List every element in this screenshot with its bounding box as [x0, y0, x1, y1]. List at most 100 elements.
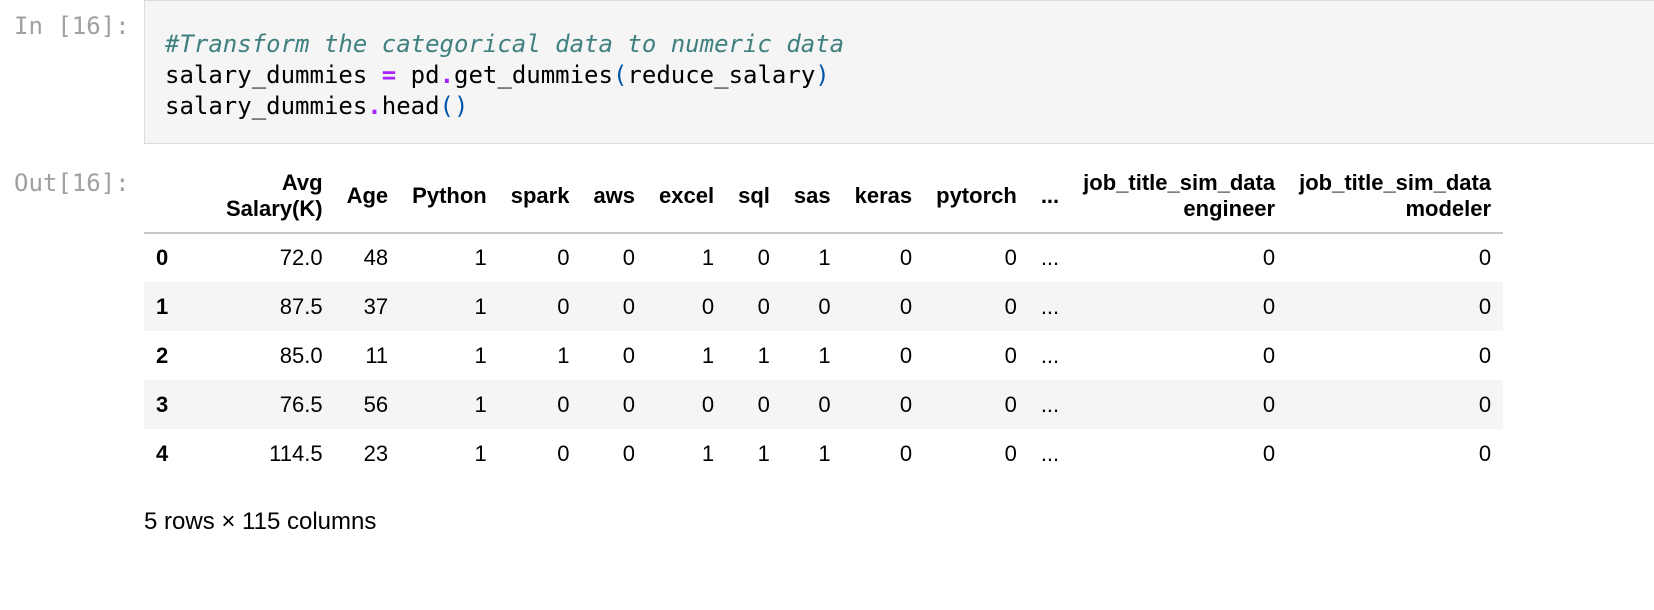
- table-cell: 0: [757, 391, 770, 417]
- table-cell: 0: [899, 293, 913, 319]
- table-cell: 0: [899, 342, 913, 368]
- table-row: 3 76.5 56 1 0 0 0 0 0 0 0 ... 0 0: [144, 380, 1504, 429]
- table-cell: 0: [622, 342, 636, 368]
- table-cell: 0: [1478, 391, 1492, 417]
- table-cell: 0: [818, 391, 831, 417]
- table-row: 0 72.0 48 1 0 0 1 0 1 0 0 ... 0 0: [144, 233, 1503, 282]
- column-header: Avg Salary(K): [196, 160, 335, 234]
- table-cell: 0: [757, 245, 770, 270]
- row-index: 2: [156, 342, 169, 368]
- input-prompt: In [16]:: [14, 12, 130, 40]
- table-cell: 0: [1004, 293, 1017, 319]
- code-editor[interactable]: #Transform the categorical data to numer…: [165, 29, 844, 122]
- table-cell: 0: [557, 245, 570, 270]
- table-cell: 11: [365, 342, 389, 368]
- column-header: keras: [842, 160, 925, 234]
- index-header: [144, 160, 196, 234]
- table-cell: 0: [1262, 245, 1276, 270]
- code-line-2: salary_dummies = pd.get_dummies(reduce_s…: [165, 61, 830, 89]
- table-cell: 0: [1004, 440, 1017, 466]
- table-row: 1 87.5 37 1 0 0 0 0 0 0 0 ... 0 0: [144, 282, 1504, 331]
- table-cell: 1: [474, 245, 487, 270]
- table-cell: 0: [899, 391, 913, 417]
- column-header: sql: [726, 160, 782, 234]
- table-cell: 0: [622, 245, 636, 270]
- table-cell: 87.5: [279, 293, 323, 319]
- table-cell: 1: [701, 440, 715, 466]
- output-prompt: Out[16]:: [14, 169, 130, 197]
- code-comment: #Transform the categorical data to numer…: [165, 30, 845, 58]
- table-cell: 1: [757, 342, 770, 368]
- table-cell: 1: [474, 342, 487, 368]
- row-index: 1: [156, 293, 169, 319]
- dataframe-table: Avg Salary(K) Age Python spark aws excel …: [144, 160, 1504, 478]
- table-cell: 0: [1262, 342, 1276, 368]
- table-cell: 1: [557, 342, 570, 368]
- table-cell: ...: [1040, 342, 1060, 368]
- code-cell[interactable]: #Transform the categorical data to numer…: [144, 0, 1654, 144]
- column-header: sas: [781, 160, 843, 234]
- table-cell: 0: [622, 440, 636, 466]
- column-header: aws: [581, 160, 648, 234]
- table-cell: 85.0: [279, 342, 323, 368]
- table-cell: ...: [1040, 245, 1060, 270]
- column-header: job_title_sim_data modeler: [1287, 160, 1504, 234]
- table-cell: 114.5: [269, 440, 323, 466]
- table-cell: 76.5: [279, 391, 323, 417]
- table-cell: 1: [818, 440, 831, 466]
- table-cell: 0: [1478, 245, 1492, 270]
- table-cell: ...: [1040, 440, 1060, 466]
- column-header: excel: [647, 160, 727, 234]
- column-header: spark: [498, 160, 582, 234]
- table-cell: 1: [701, 342, 715, 368]
- table-cell: 0: [899, 440, 913, 466]
- table-cell: 0: [899, 245, 913, 270]
- table-cell: 0: [557, 391, 570, 417]
- column-header: pytorch: [924, 160, 1029, 234]
- table-cell: 0: [1478, 293, 1492, 319]
- column-header-ellipsis: ...: [1028, 160, 1072, 234]
- table-cell: 0: [1262, 391, 1276, 417]
- table-cell: 1: [818, 342, 831, 368]
- table-cell: 0: [1004, 391, 1017, 417]
- table-cell: 1: [474, 440, 487, 466]
- column-header: Age: [334, 160, 401, 234]
- table-cell: 0: [1004, 245, 1017, 270]
- row-count-summary: 5 rows × 115 columns: [144, 508, 377, 535]
- table-cell: 0: [701, 391, 715, 417]
- table-cell: 23: [363, 440, 389, 466]
- table-cell: 37: [363, 293, 389, 319]
- column-header: Python: [400, 160, 499, 234]
- table-cell: 0: [622, 391, 636, 417]
- table-cell: 1: [818, 245, 831, 270]
- table-cell: 1: [474, 391, 487, 417]
- table-cell: 0: [622, 293, 636, 319]
- table-cell: 0: [701, 293, 715, 319]
- row-index: 0: [156, 245, 169, 270]
- table-cell: 0: [757, 293, 770, 319]
- table-row: 4 114.5 23 1 0 0 1 1 1 0 0 ... 0 0: [144, 429, 1503, 478]
- row-index: 4: [156, 440, 169, 466]
- table-cell: ...: [1040, 391, 1060, 417]
- table-cell: 72.0: [279, 245, 323, 270]
- table-cell: 0: [1004, 342, 1017, 368]
- table-cell: 0: [818, 293, 831, 319]
- table-cell: 1: [474, 293, 487, 319]
- table-cell: 0: [1262, 440, 1276, 466]
- table-cell: 0: [1478, 342, 1492, 368]
- table-cell: 56: [363, 391, 389, 417]
- table-cell: 0: [1478, 440, 1492, 466]
- table-cell: 1: [757, 440, 770, 466]
- table-cell: 0: [1262, 293, 1276, 319]
- table-cell: 48: [363, 245, 389, 270]
- table-header-row: Avg Salary(K) Age Python spark aws excel …: [144, 160, 1504, 234]
- code-line-3: salary_dummies.head(): [165, 92, 469, 120]
- table-cell: ...: [1040, 293, 1060, 319]
- table-cell: 0: [557, 293, 570, 319]
- output-area: Avg Salary(K) Age Python spark aws excel …: [144, 160, 1654, 610]
- table-cell: 1: [701, 245, 715, 270]
- table-cell: 0: [557, 440, 570, 466]
- table-row: 2 85.0 11 1 1 0 1 1 1 0 0 ... 0 0: [144, 331, 1503, 380]
- column-header: job_title_sim_data engineer: [1071, 160, 1288, 234]
- row-index: 3: [156, 391, 169, 417]
